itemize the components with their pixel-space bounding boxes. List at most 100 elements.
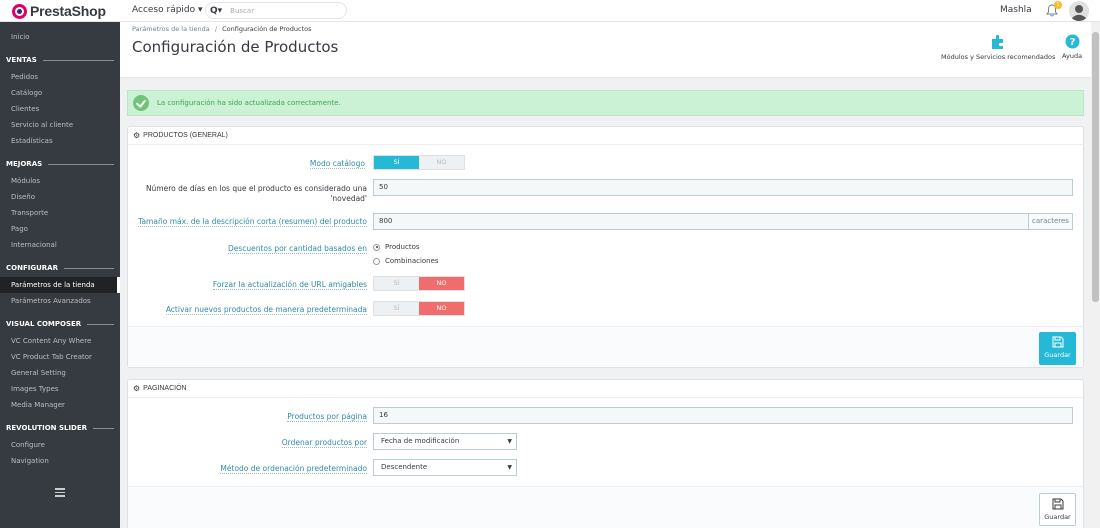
help-label: Ayuda — [1062, 52, 1083, 60]
new-days-label-line1: Número de días en los que el producto es… — [145, 184, 367, 193]
sidebar-item-internacional[interactable]: Internacional — [0, 237, 120, 253]
discounts-option-combinations-label: Combinaciones — [385, 257, 439, 265]
divider — [42, 59, 114, 61]
recommended-modules-button[interactable]: Módulos y Servicios recomendados — [941, 34, 1055, 61]
breadcrumb: Parámetros de la tienda / Configuración … — [132, 25, 312, 33]
catalog-mode-yes[interactable]: SÍ — [374, 156, 419, 169]
pagination-panel: ⚙ PAGINACIÓN Productos por página 16 Ord… — [127, 379, 1084, 528]
save-button[interactable]: Guardar — [1039, 493, 1076, 526]
sidebar-item-parametros-de-la-tienda[interactable]: Parámetros de la tienda — [0, 277, 120, 293]
order-method-select[interactable]: Descendente ▼ — [373, 459, 517, 476]
sidebar-section-ventas: VENTAS — [0, 52, 120, 68]
breadcrumb-separator: / — [214, 25, 218, 33]
catalog-mode-switch[interactable]: SÍ NO — [373, 155, 465, 170]
sidebar-section-visual-composer: VISUAL COMPOSER — [0, 316, 120, 332]
user-avatar-icon — [1069, 1, 1089, 21]
sidebar-item-vc-product-tab-creator[interactable]: VC Product Tab Creator — [0, 349, 120, 365]
hamburger-menu-icon[interactable] — [55, 488, 65, 499]
sidebar-item-images-types[interactable]: Images Types — [0, 381, 120, 397]
force-url-switch[interactable]: SÍ NO — [373, 276, 465, 291]
scrollbar-thumb[interactable] — [1092, 32, 1099, 302]
cogs-icon: ⚙ — [133, 131, 141, 140]
force-url-no[interactable]: NO — [419, 277, 464, 290]
activate-new-switch[interactable]: SÍ NO — [373, 301, 465, 316]
search-input[interactable]: Buscar — [230, 7, 254, 15]
force-url-yes[interactable]: SÍ — [374, 277, 419, 290]
activate-new-label-text: Activar nuevos productos de manera prede… — [165, 305, 367, 315]
divider — [63, 267, 114, 269]
sidebar-item-navigation[interactable]: Navigation — [0, 453, 120, 469]
short-desc-input[interactable]: 800 — [373, 213, 1029, 230]
new-days-label-line2: 'novedad' — [330, 194, 367, 203]
catalog-mode-label: Modo catálogo — [138, 159, 365, 169]
short-desc-label: Tamaño máx. de la descripción corta (res… — [138, 217, 367, 227]
sidebar-section-configurar: CONFIGURAR — [0, 260, 120, 276]
force-url-label-text: Forzar la actualización de URL amigables — [212, 280, 367, 290]
catalog-mode-label-text: Modo catálogo — [309, 159, 365, 169]
order-by-value: Fecha de modificación — [381, 437, 460, 445]
username[interactable]: Mashla — [1000, 5, 1032, 15]
sidebar-item-vc-content-any-where[interactable]: VC Content Any Where — [0, 333, 120, 349]
search-box[interactable]: Q▾ Buscar — [205, 2, 347, 19]
activate-new-label: Activar nuevos productos de manera prede… — [138, 305, 367, 315]
radio-combinations[interactable] — [373, 257, 380, 265]
order-by-select[interactable]: Fecha de modificación ▼ — [373, 433, 517, 450]
discounts-option-combinations[interactable]: Combinaciones — [373, 257, 439, 265]
panel-heading: ⚙ PAGINACIÓN — [128, 380, 1083, 398]
divider — [87, 323, 114, 325]
sidebar-item-catalogo[interactable]: Catálogo — [0, 85, 120, 101]
sidebar-section-label: VISUAL COMPOSER — [6, 320, 82, 328]
floppy-icon — [1052, 336, 1063, 348]
divider — [93, 427, 114, 429]
per-page-label-text: Productos por página — [287, 412, 367, 422]
force-url-label: Forzar la actualización de URL amigables — [138, 280, 367, 290]
panel-footer: Guardar — [128, 326, 1083, 367]
prestashop-logo[interactable]: PrestaShop — [12, 3, 106, 19]
sidebar-item-parametros-avanzados[interactable]: Parámetros Avanzados — [0, 293, 120, 309]
discounts-option-products[interactable]: Productos — [373, 243, 420, 251]
avatar[interactable] — [1069, 1, 1089, 21]
caret-down-icon: ▼ — [507, 438, 512, 445]
sidebar-item-general-setting[interactable]: General Setting — [0, 365, 120, 381]
cogs-icon: ⚙ — [133, 384, 141, 393]
sidebar-item-inicio[interactable]: Inicio — [0, 29, 120, 45]
save-button[interactable]: Guardar — [1039, 332, 1076, 365]
catalog-mode-no[interactable]: NO — [419, 156, 464, 169]
sidebar-item-servicio-al-cliente[interactable]: Servicio al cliente — [0, 117, 120, 133]
per-page-input[interactable]: 16 — [373, 407, 1073, 424]
help-button[interactable]: ? Ayuda — [1062, 34, 1082, 60]
sidebar-item-configure[interactable]: Configure — [0, 437, 120, 453]
floppy-icon — [1052, 498, 1063, 510]
order-by-label-text: Ordenar productos por — [281, 438, 367, 448]
panel-title: PAGINACIÓN — [143, 385, 187, 392]
sidebar-item-estadisticas[interactable]: Estadísticas — [0, 133, 120, 149]
activate-new-yes[interactable]: SÍ — [374, 302, 419, 315]
sidebar-item-modulos[interactable]: Módulos — [0, 173, 120, 189]
sidebar-item-diseno[interactable]: Diseño — [0, 189, 120, 205]
recommended-modules-label: Módulos y Servicios recomendados — [941, 53, 1056, 61]
prestashop-logo-icon — [12, 3, 27, 19]
radio-products[interactable] — [373, 243, 380, 251]
sidebar-item-clientes[interactable]: Clientes — [0, 101, 120, 117]
page-scrollbar[interactable] — [1091, 22, 1100, 528]
success-alert: La configuración ha sido actualizada cor… — [127, 90, 1084, 116]
divider — [48, 163, 114, 165]
alert-message: La configuración ha sido actualizada cor… — [157, 99, 341, 107]
search-icon[interactable]: Q▾ — [210, 6, 222, 16]
short-desc-unit: caracteres — [1028, 213, 1073, 230]
new-days-input[interactable]: 50 — [373, 179, 1073, 196]
new-days-label: Número de días en los que el producto es… — [138, 184, 367, 204]
discounts-label-text: Descuentos por cantidad basados en — [227, 244, 367, 254]
order-by-label: Ordenar productos por — [138, 438, 367, 448]
panel-footer: Guardar — [128, 486, 1083, 528]
sidebar-item-pedidos[interactable]: Pedidos — [0, 69, 120, 85]
order-method-value: Descendente — [381, 463, 428, 471]
activate-new-no[interactable]: NO — [419, 302, 464, 315]
breadcrumb-parent[interactable]: Parámetros de la tienda — [132, 25, 210, 33]
sidebar-item-media-manager[interactable]: Media Manager — [0, 397, 120, 413]
sidebar-item-pago[interactable]: Pago — [0, 221, 120, 237]
order-method-label-text: Método de ordenación predeterminado — [220, 464, 367, 474]
quick-access-dropdown[interactable]: Acceso rápido ▾ — [132, 5, 203, 15]
sidebar-item-transporte[interactable]: Transporte — [0, 205, 120, 221]
caret-down-icon: ▼ — [507, 464, 512, 471]
